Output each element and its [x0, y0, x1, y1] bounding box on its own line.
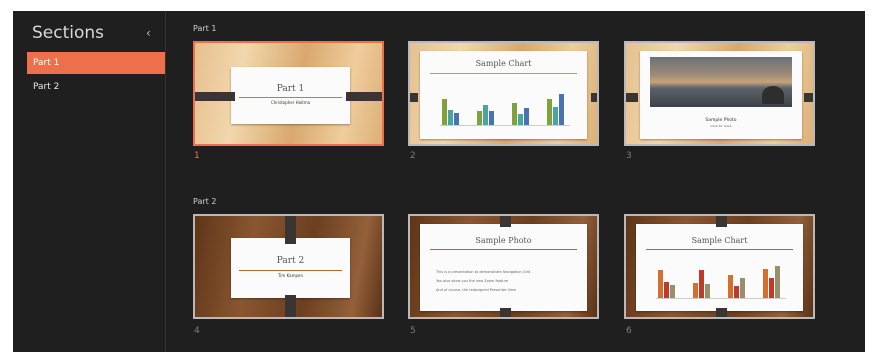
chart-bar	[518, 114, 523, 125]
section-header-part-1[interactable]: Part 1	[193, 24, 216, 33]
slide-subtitle: Tim Kampen	[277, 273, 304, 278]
slide-title: Sample Photo	[475, 236, 532, 245]
tape-bottom	[716, 308, 727, 317]
sidebar-divider	[165, 11, 166, 352]
chart-bar	[670, 285, 675, 298]
chart-bar	[489, 111, 494, 125]
title-rule	[239, 97, 342, 98]
tape-top	[285, 216, 296, 244]
slide-number-6: 6	[626, 326, 632, 336]
chart-bar	[664, 282, 669, 298]
slide-chart-card: Sample Chart	[420, 51, 587, 139]
title-rule	[239, 270, 342, 271]
chart-plot-area	[656, 264, 786, 299]
chart-bar	[705, 284, 710, 298]
chart-bar	[769, 278, 774, 298]
chart-bar	[763, 269, 768, 298]
tape-bottom	[285, 295, 296, 317]
tape-left	[195, 92, 235, 101]
chart-bar	[547, 99, 552, 125]
chart-bar	[524, 108, 529, 125]
tape-right	[591, 93, 597, 102]
slide-title: Part 1	[276, 84, 305, 94]
chart-plot-area	[440, 89, 570, 126]
tape-bottom	[500, 308, 511, 317]
slide-title: Part 2	[276, 256, 305, 266]
slide-thumbnail-3[interactable]: Sample Photo Click for more	[624, 41, 815, 146]
chart-bar	[728, 275, 733, 298]
slide-title: Sample Chart	[691, 236, 748, 245]
slide-number-3: 3	[626, 151, 632, 161]
section-item-part-2[interactable]: Part 2	[27, 76, 166, 98]
slide-sorter-window: Sections ‹ Part 1 Part 2 Part 1 Part 1 C…	[13, 11, 865, 352]
title-rule	[646, 249, 793, 250]
chart-bar	[693, 283, 698, 298]
title-rule	[430, 73, 577, 74]
slide-thumbnail-6[interactable]: Sample Chart	[624, 214, 815, 319]
slide-number-1: 1	[194, 151, 200, 161]
title-rule	[430, 249, 577, 250]
chart-bar	[477, 111, 482, 125]
section-header-part-2[interactable]: Part 2	[193, 197, 216, 206]
chart-bar	[454, 113, 459, 125]
chart-bar	[734, 286, 739, 298]
bullet-item: You also show you the new Zoom feature	[436, 279, 509, 283]
section-item-part-1[interactable]: Part 1	[27, 52, 166, 74]
tape-left	[626, 93, 638, 102]
chart-bar	[740, 278, 745, 298]
chart-bar	[553, 107, 558, 125]
slide-thumbnail-2[interactable]: Sample Chart	[408, 41, 599, 146]
sections-sidebar: Sections ‹ Part 1 Part 2	[13, 11, 166, 352]
slide-bullets-card: Sample Photo This is a presentation to d…	[420, 224, 587, 311]
slide-title: Sample Chart	[475, 59, 532, 68]
bullet-item: And of course, the redesigned Presenter …	[436, 288, 516, 292]
slide-thumbnail-1[interactable]: Part 1 Christopher Haitma	[193, 41, 384, 146]
palm-tree-shape	[762, 86, 784, 104]
sections-title: Sections	[32, 23, 105, 43]
slide-number-4: 4	[194, 326, 200, 336]
beach-photo	[650, 57, 792, 107]
slide-title-card: Part 1 Christopher Haitma	[231, 67, 350, 124]
slide-title: Sample Photo	[705, 118, 737, 123]
tape-top	[716, 216, 727, 227]
chart-bar	[483, 105, 488, 125]
slide-photo-card: Sample Photo Click for more	[640, 51, 802, 139]
chart-bar	[658, 270, 663, 298]
slide-thumbnail-4[interactable]: Part 2 Tim Kampen	[193, 214, 384, 319]
chart-bar	[448, 110, 453, 125]
slide-thumbnail-5[interactable]: Sample Photo This is a presentation to d…	[408, 214, 599, 319]
bullet-item: This is a presentation to demonstrate Na…	[436, 270, 531, 274]
collapse-chevron-icon[interactable]: ‹	[146, 26, 151, 40]
slide-subtitle: Christopher Haitma	[270, 100, 311, 105]
slide-chart-card: Sample Chart	[636, 224, 803, 311]
chart-bar	[775, 266, 780, 298]
slide-subtitle: Click for more	[710, 124, 732, 128]
chart-bar	[512, 103, 517, 125]
chart-bar	[559, 94, 564, 125]
tape-right	[346, 92, 382, 101]
slide-number-5: 5	[410, 326, 416, 336]
slide-number-2: 2	[410, 151, 416, 161]
chart-bar	[699, 270, 704, 298]
tape-top	[500, 216, 511, 227]
chart-bar	[442, 99, 447, 125]
tape-right	[804, 93, 813, 102]
tape-left	[410, 93, 418, 102]
slide-title-card: Part 2 Tim Kampen	[231, 238, 350, 298]
